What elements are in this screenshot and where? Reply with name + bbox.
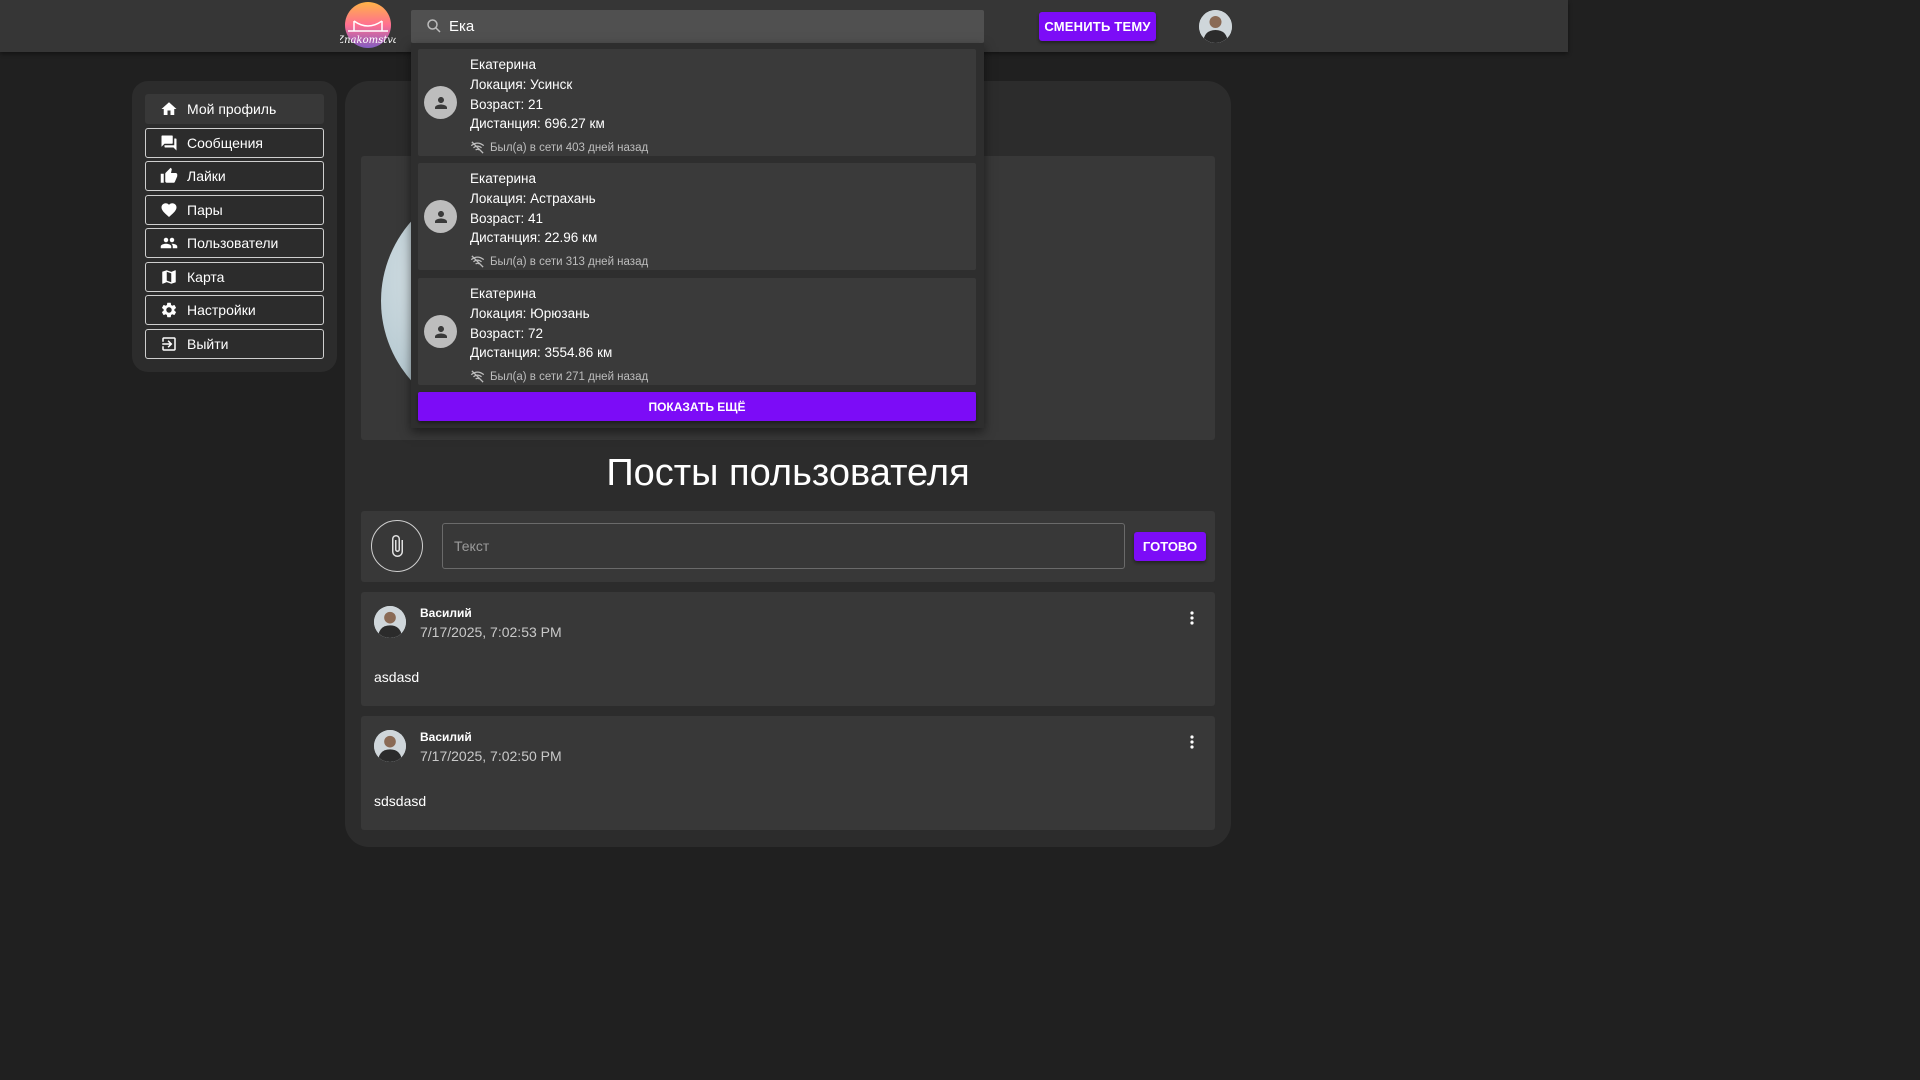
sidebar-item-label: Лайки bbox=[187, 168, 226, 184]
more-vert-icon[interactable] bbox=[1179, 732, 1205, 752]
result-age: Возраст: 21 bbox=[470, 97, 544, 112]
sidebar-item-label: Сообщения bbox=[187, 135, 263, 151]
heart-icon bbox=[161, 203, 177, 218]
user-placeholder-avatar bbox=[424, 200, 457, 233]
person-icon bbox=[434, 96, 447, 109]
more-vert-icon[interactable] bbox=[1179, 608, 1205, 628]
thumb-up-icon bbox=[160, 167, 178, 183]
sidebar: Мой профиль Сообщения Лайки Пары Пользов… bbox=[132, 81, 337, 372]
post-text: asdasd bbox=[374, 669, 420, 685]
post-date: 7/17/2025, 7:02:50 PM bbox=[420, 748, 562, 764]
change-theme-button[interactable]: СМЕНИТЬ ТЕМУ bbox=[1039, 12, 1156, 41]
search-result-item[interactable]: Екатерина Локация: Астрахань Возраст: 41… bbox=[418, 163, 976, 270]
home-icon bbox=[161, 102, 177, 115]
result-name: Екатерина bbox=[470, 286, 536, 301]
post-text-field[interactable] bbox=[442, 523, 1125, 569]
result-name: Екатерина bbox=[470, 57, 536, 72]
search-bar[interactable] bbox=[411, 10, 984, 43]
search-result-item[interactable]: Екатерина Локация: Усинск Возраст: 21 Ди… bbox=[418, 49, 976, 156]
post-author: Василий bbox=[420, 730, 472, 744]
search-icon bbox=[427, 19, 441, 33]
paperclip-icon bbox=[392, 535, 403, 557]
sidebar-item-my-profile[interactable]: Мой профиль bbox=[145, 94, 324, 124]
person-icon bbox=[434, 210, 447, 223]
people-icon bbox=[160, 237, 178, 249]
gear-icon bbox=[161, 302, 177, 318]
result-location: Локация: Астрахань bbox=[470, 191, 596, 206]
result-location: Локация: Усинск bbox=[470, 77, 573, 92]
done-button[interactable]: ГОТОВО bbox=[1134, 532, 1206, 561]
post-author-avatar[interactable] bbox=[374, 730, 406, 762]
post-card: Василий 7/17/2025, 7:02:53 PM asdasd bbox=[361, 592, 1215, 706]
search-result-item[interactable]: Екатерина Локация: Юрюзань Возраст: 72 Д… bbox=[418, 278, 976, 385]
page-title: Посты пользователя bbox=[606, 452, 970, 494]
post-date: 7/17/2025, 7:02:53 PM bbox=[420, 624, 562, 640]
result-status-text: Был(а) в сети 313 дней назад bbox=[490, 255, 649, 268]
result-distance: Дистанция: 696.27 км bbox=[470, 116, 605, 131]
result-age: Возраст: 72 bbox=[470, 326, 544, 341]
sidebar-item-label: Мой профиль bbox=[187, 101, 277, 117]
sidebar-item-messages[interactable]: Сообщения bbox=[145, 128, 324, 158]
result-distance: Дистанция: 3554.86 км bbox=[470, 345, 613, 360]
logout-icon bbox=[162, 337, 176, 351]
attach-button[interactable] bbox=[371, 520, 423, 572]
wifi-off-icon bbox=[470, 255, 485, 268]
sidebar-item-label: Пользователи bbox=[187, 235, 279, 251]
search-input[interactable] bbox=[449, 10, 969, 43]
user-avatar[interactable] bbox=[1199, 10, 1232, 43]
sidebar-item-label: Карта bbox=[187, 269, 225, 285]
user-placeholder-avatar bbox=[424, 315, 457, 348]
result-distance: Дистанция: 22.96 км bbox=[470, 230, 598, 245]
post-composer: ГОТОВО bbox=[361, 511, 1215, 582]
svg-text:Znakomstva: Znakomstva bbox=[340, 35, 396, 46]
post-author: Василий bbox=[420, 606, 472, 620]
sidebar-item-likes[interactable]: Лайки bbox=[145, 161, 324, 191]
result-status-text: Был(а) в сети 403 дней назад bbox=[490, 141, 649, 154]
sidebar-item-label: Выйти bbox=[187, 336, 229, 352]
user-placeholder-avatar bbox=[424, 86, 457, 119]
sidebar-item-users[interactable]: Пользователи bbox=[145, 228, 324, 258]
sidebar-item-label: Настройки bbox=[187, 302, 256, 318]
post-text: sdsdasd bbox=[374, 793, 427, 809]
result-location: Локация: Юрюзань bbox=[470, 306, 590, 321]
post-card: Василий 7/17/2025, 7:02:50 PM sdsdasd bbox=[361, 716, 1215, 830]
result-status: Был(а) в сети 403 дней назад bbox=[470, 141, 648, 154]
sidebar-item-map[interactable]: Карта bbox=[145, 262, 324, 292]
post-author-avatar[interactable] bbox=[374, 606, 406, 638]
wifi-off-icon bbox=[470, 141, 485, 154]
show-more-button[interactable]: ПОКАЗАТЬ ЕЩЁ bbox=[418, 392, 976, 421]
search-results-dropdown: Екатерина Локация: Усинск Возраст: 21 Ди… bbox=[411, 43, 984, 428]
app-logo[interactable]: Znakomstva bbox=[340, 1, 396, 51]
result-age: Возраст: 41 bbox=[470, 211, 544, 226]
result-status: Был(а) в сети 271 дней назад bbox=[470, 370, 648, 383]
sidebar-item-settings[interactable]: Настройки bbox=[145, 295, 324, 325]
sidebar-item-label: Пары bbox=[187, 202, 223, 218]
result-status-text: Был(а) в сети 271 дней назад bbox=[490, 370, 649, 383]
sidebar-item-pairs[interactable]: Пары bbox=[145, 195, 324, 225]
person-icon bbox=[434, 325, 447, 338]
wifi-off-icon bbox=[470, 370, 485, 383]
result-name: Екатерина bbox=[470, 171, 536, 186]
map-icon bbox=[162, 270, 176, 284]
sidebar-item-logout[interactable]: Выйти bbox=[145, 329, 324, 359]
result-status: Был(а) в сети 313 дней назад bbox=[470, 255, 648, 268]
messages-icon bbox=[161, 135, 177, 151]
